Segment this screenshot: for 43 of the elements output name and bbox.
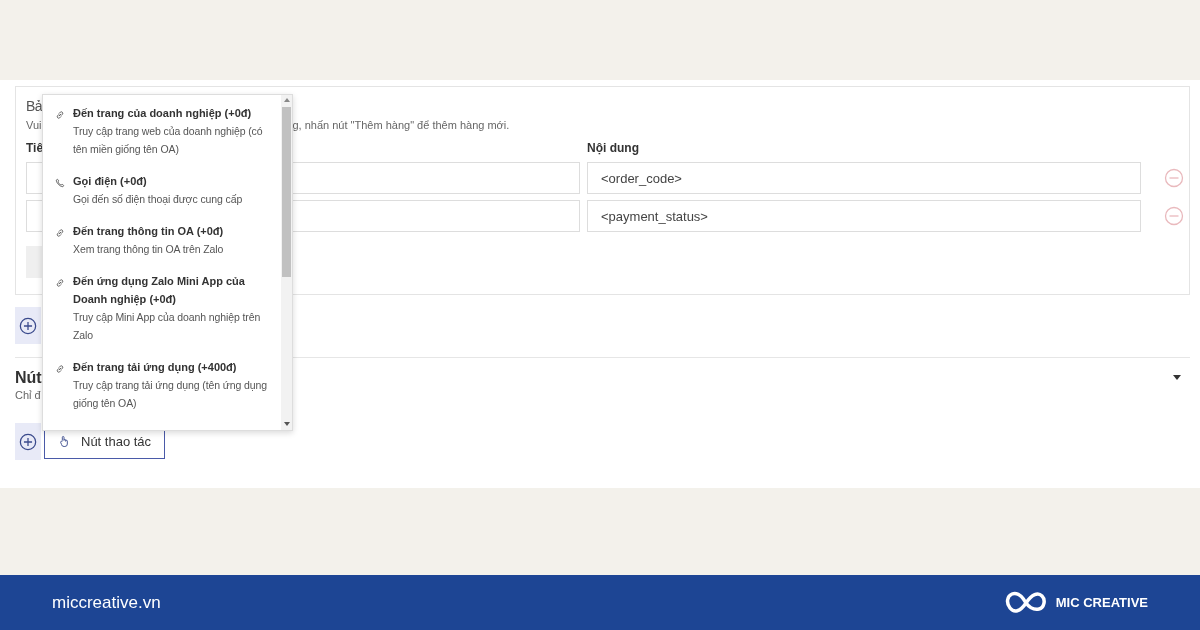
- scroll-up-icon[interactable]: [284, 98, 290, 102]
- hand-icon: [59, 435, 69, 448]
- input-field[interactable]: <order_code>: [587, 162, 1141, 194]
- scroll-thumb[interactable]: [282, 107, 291, 277]
- remove-icon[interactable]: [1164, 206, 1184, 226]
- menu-item[interactable]: Đến trang của doanh nghiệp (+0đ) Truy cập trang web của doanh nghiệp (có tên miền giống tên OA): [55, 104, 277, 158]
- remove-icon[interactable]: [1164, 168, 1184, 188]
- link-icon: [55, 228, 65, 238]
- menu-item-description: Gọi đến số điện thoại được cung cấp: [73, 192, 243, 207]
- menu-item-description: Xem trang thông tin OA trên Zalo: [73, 242, 224, 257]
- section-subtitle: Chỉ đ: [15, 389, 42, 401]
- caret-icon[interactable]: [1173, 375, 1181, 380]
- menu-item-description: Truy cập Mini App của doanh nghiệp trên Zalo: [73, 310, 262, 343]
- link-icon: [55, 364, 65, 374]
- phone-icon: [55, 178, 65, 188]
- description-text: g, nhấn nút "Thêm hàng" để thêm hàng mới.: [292, 118, 510, 132]
- link-icon: [55, 110, 65, 120]
- menu-item-description: Truy cập trang tải ứng dụng (tên ứng dụng giống tên OA): [73, 378, 269, 411]
- link-icon: [55, 278, 65, 288]
- menu-item[interactable]: Đến ứng dụng Zalo Mini App của Doanh nghiệp (+0đ) Truy cập Mini App của doanh nghiệp trên Zalo: [55, 272, 277, 344]
- menu-item-title: Đến trang của doanh nghiệp (+0đ): [73, 106, 253, 122]
- plus-icon: [19, 432, 37, 451]
- brand-name: MIC CREATIVE: [1055, 595, 1148, 610]
- menu-item-title: Đến ứng dụng Zalo Mini App của Doanh nghiệp (+0đ): [73, 274, 246, 308]
- plus-icon: [19, 316, 37, 335]
- menu-item[interactable]: Đến trang tải ứng dụng (+400đ) Truy cập trang tải ứng dụng (tên ứng dụng giống tên OA): [55, 358, 277, 412]
- menu-item-title: Đến trang thông tin OA (+0đ): [73, 224, 224, 239]
- input-field[interactable]: <payment_status>: [587, 200, 1141, 232]
- website-link[interactable]: miccreative.vn: [52, 592, 161, 613]
- section-title: Nút: [15, 369, 42, 387]
- menu-item[interactable]: Gọi điện (+0đ) Gọi đến số điện thoại được cung cấp: [55, 172, 277, 208]
- scroll-down-icon[interactable]: [284, 422, 290, 426]
- add-button[interactable]: [15, 423, 41, 460]
- column-header: Nội dung: [587, 141, 639, 155]
- menu-item-title: Đến trang tải ứng dụng (+400đ): [73, 360, 238, 376]
- menu-item[interactable]: Đến trang thông tin OA (+0đ) Xem trang thông tin OA trên Zalo: [55, 222, 277, 258]
- column-header: Tiê: [26, 141, 44, 155]
- scrollbar[interactable]: [281, 95, 292, 430]
- menu-item-title: Gọi điện (+0đ): [73, 174, 148, 190]
- menu-item-description: Truy cập trang web của doanh nghiệp (có tên miền giống tên OA): [73, 124, 264, 157]
- add-button[interactable]: [15, 307, 41, 344]
- description-text: Vui: [26, 118, 42, 132]
- card-title: Bả: [26, 97, 43, 115]
